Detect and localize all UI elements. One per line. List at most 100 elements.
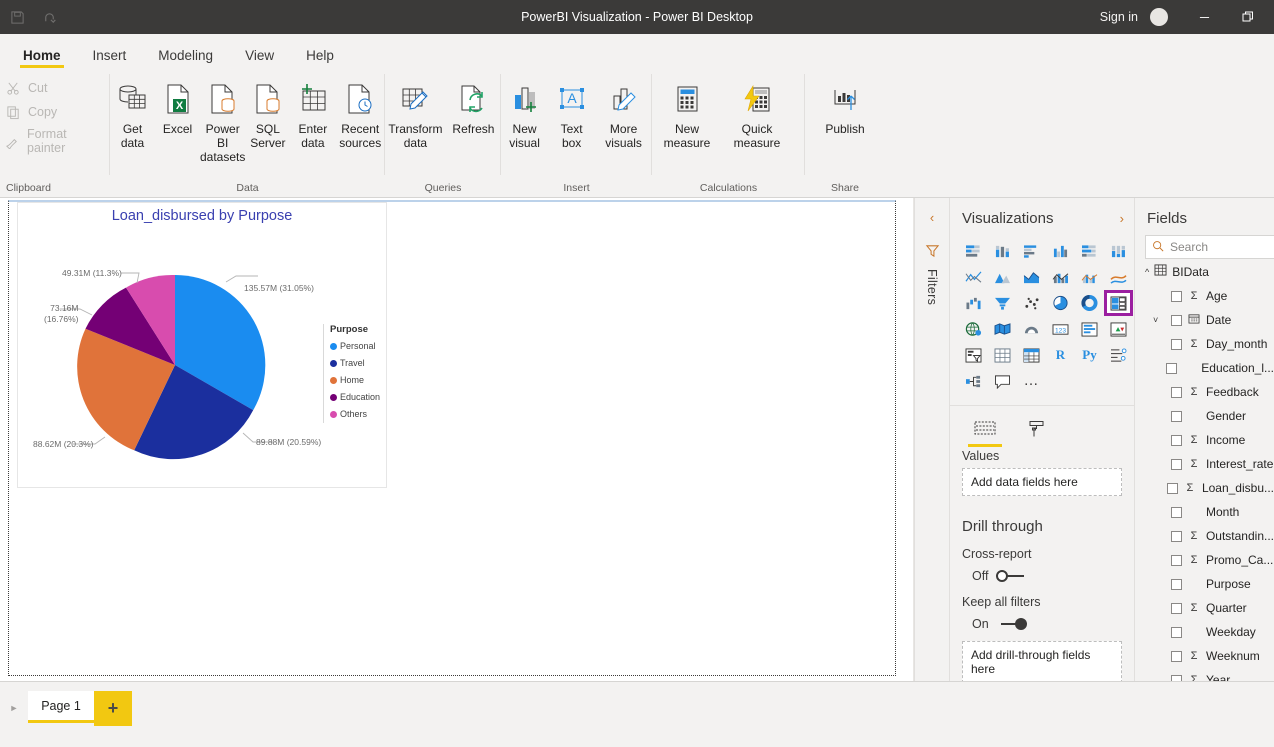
keep-all-filters-toggle[interactable] (997, 618, 1027, 630)
field-checkbox[interactable] (1171, 626, 1182, 638)
avatar[interactable] (1150, 8, 1168, 26)
sign-in-button[interactable]: Sign in (1094, 10, 1144, 24)
viz-clustered-bar-chart-icon[interactable] (1018, 239, 1045, 263)
publish-button[interactable]: Publish (810, 74, 880, 136)
field-checkbox[interactable] (1170, 530, 1182, 542)
viz-decomposition-tree-icon[interactable] (960, 369, 987, 393)
field-checkbox[interactable] (1171, 314, 1182, 326)
pie-chart-visual[interactable]: Loan_disbursed by Purpose 135.57M (31.05… (17, 202, 387, 488)
field-row-date[interactable]: ˅ Date (1135, 308, 1274, 332)
field-row-month[interactable]: Month (1135, 500, 1274, 524)
viz-matrix-icon[interactable] (1018, 343, 1045, 367)
legend-item-others[interactable]: Others (330, 406, 388, 423)
text-box-button[interactable]: A Text box (548, 74, 595, 150)
drill-through-dropzone[interactable]: Add drill-through fields here (962, 641, 1122, 681)
viz-line-stacked-column-chart-icon[interactable] (1047, 265, 1074, 289)
field-checkbox[interactable] (1171, 338, 1182, 350)
field-checkbox[interactable] (1171, 410, 1182, 422)
new-measure-button[interactable]: New measure (652, 74, 722, 150)
refresh-button[interactable]: Refresh (446, 74, 501, 136)
viz-card-icon[interactable]: 123 (1047, 317, 1074, 341)
report-page[interactable]: Loan_disbursed by Purpose 135.57M (31.05… (8, 200, 896, 676)
field-row-age[interactable]: Σ Age (1135, 284, 1274, 308)
cut-button[interactable]: Cut (0, 76, 110, 100)
field-row-income[interactable]: Σ Income (1135, 428, 1274, 452)
field-checkbox[interactable] (1171, 554, 1182, 566)
viz-line-clustered-column-chart-icon[interactable] (1076, 265, 1103, 289)
viz-scatter-chart-icon[interactable] (1018, 291, 1045, 315)
viz-kpi-icon[interactable] (1105, 317, 1132, 341)
legend-item-personal[interactable]: Personal (330, 338, 388, 355)
recent-sources-button[interactable]: Recent sources (335, 74, 385, 150)
report-canvas[interactable]: Loan_disbursed by Purpose 135.57M (31.05… (0, 198, 914, 681)
viz-stacked-bar-chart-icon[interactable] (960, 239, 987, 263)
field-checkbox[interactable] (1171, 506, 1182, 518)
field-checkbox[interactable] (1166, 362, 1178, 374)
field-checkbox[interactable] (1171, 386, 1182, 398)
viz-100-stacked-column-chart-icon[interactable] (1105, 239, 1132, 263)
field-row-loan-disbursed[interactable]: Σ Loan_disbu... (1135, 476, 1274, 500)
legend-item-education[interactable]: Education (330, 389, 388, 406)
field-checkbox[interactable] (1171, 578, 1182, 590)
chevron-down-icon[interactable]: ˅ (1153, 315, 1165, 325)
viz-100-stacked-bar-chart-icon[interactable] (1076, 239, 1103, 263)
ribbon-tab-home[interactable]: Home (20, 48, 64, 69)
tab-fields[interactable] (968, 420, 1002, 447)
viz-q-and-a-icon[interactable] (989, 369, 1016, 393)
viz-donut-chart-icon[interactable] (1076, 291, 1103, 315)
filters-pane-collapsed[interactable]: ‹ Filters (914, 198, 950, 681)
search-input[interactable]: Search (1170, 240, 1208, 254)
format-painter-button[interactable]: Format painter (0, 124, 110, 158)
field-checkbox[interactable] (1171, 434, 1182, 446)
viz-arcgis-map-icon[interactable] (1018, 317, 1045, 341)
viz-stacked-column-chart-icon[interactable] (989, 239, 1016, 263)
excel-button[interactable]: X Excel (155, 74, 200, 136)
copy-button[interactable]: Copy (0, 100, 110, 124)
viz-map-icon[interactable] (960, 317, 987, 341)
field-checkbox[interactable] (1171, 674, 1182, 681)
ribbon-tab-insert[interactable]: Insert (90, 48, 130, 69)
field-row-weeknum[interactable]: Σ Weeknum (1135, 644, 1274, 668)
viz-multi-row-card-icon[interactable] (1076, 317, 1103, 341)
search-field-container[interactable]: Search (1145, 235, 1274, 259)
legend-item-travel[interactable]: Travel (330, 355, 388, 372)
field-checkbox[interactable] (1171, 650, 1182, 662)
field-row-gender[interactable]: Gender (1135, 404, 1274, 428)
minimize-button[interactable] (1182, 0, 1226, 34)
viz-r-script-visual-icon[interactable]: R (1047, 343, 1074, 367)
field-row-outstanding[interactable]: Σ Outstandin... (1135, 524, 1274, 548)
transform-data-button[interactable]: Transform data (385, 74, 446, 150)
expand-filters-chevron-icon[interactable]: ‹ (930, 210, 934, 225)
add-page-button[interactable]: + (94, 691, 132, 726)
viz-filled-map-icon[interactable] (989, 317, 1016, 341)
page-tab-page-1[interactable]: Page 1 (28, 691, 94, 723)
keep-all-filters-toggle-row[interactable]: On (950, 609, 1134, 637)
viz-key-influencers-icon[interactable] (1105, 343, 1132, 367)
ribbon-tab-help[interactable]: Help (303, 48, 337, 69)
viz-clustered-column-chart-icon[interactable] (1047, 239, 1074, 263)
viz-python-visual-icon[interactable]: Py (1076, 343, 1103, 367)
field-checkbox[interactable] (1171, 458, 1182, 470)
viz-line-chart-icon[interactable] (960, 265, 987, 289)
enter-data-button[interactable]: Enter data (290, 74, 335, 150)
field-row-year[interactable]: Σ Year (1135, 668, 1274, 681)
field-checkbox[interactable] (1171, 602, 1182, 614)
new-visual-button[interactable]: New visual (501, 74, 548, 150)
quick-measure-button[interactable]: Quick measure (722, 74, 792, 150)
redo-icon[interactable] (38, 6, 60, 28)
field-row-promo-campaign[interactable]: Σ Promo_Ca... (1135, 548, 1274, 572)
tab-format[interactable] (1020, 420, 1054, 447)
viz-more-options-icon[interactable]: … (1018, 369, 1045, 393)
previous-page-arrow-icon[interactable]: ► (0, 691, 28, 713)
powerbi-datasets-button[interactable]: Power BI datasets (200, 74, 245, 164)
field-row-education-level[interactable]: Education_l... (1135, 356, 1274, 380)
chevron-up-icon[interactable]: ^ (1145, 267, 1149, 277)
field-row-quarter[interactable]: Σ Quarter (1135, 596, 1274, 620)
field-row-weekday[interactable]: Weekday (1135, 620, 1274, 644)
viz-stacked-area-chart-icon[interactable] (1018, 265, 1045, 289)
ribbon-tab-view[interactable]: View (242, 48, 277, 69)
field-row-day-month[interactable]: Σ Day_month (1135, 332, 1274, 356)
ribbon-tab-modeling[interactable]: Modeling (155, 48, 216, 69)
viz-pie-chart-icon[interactable] (1047, 291, 1074, 315)
save-icon[interactable] (6, 6, 28, 28)
